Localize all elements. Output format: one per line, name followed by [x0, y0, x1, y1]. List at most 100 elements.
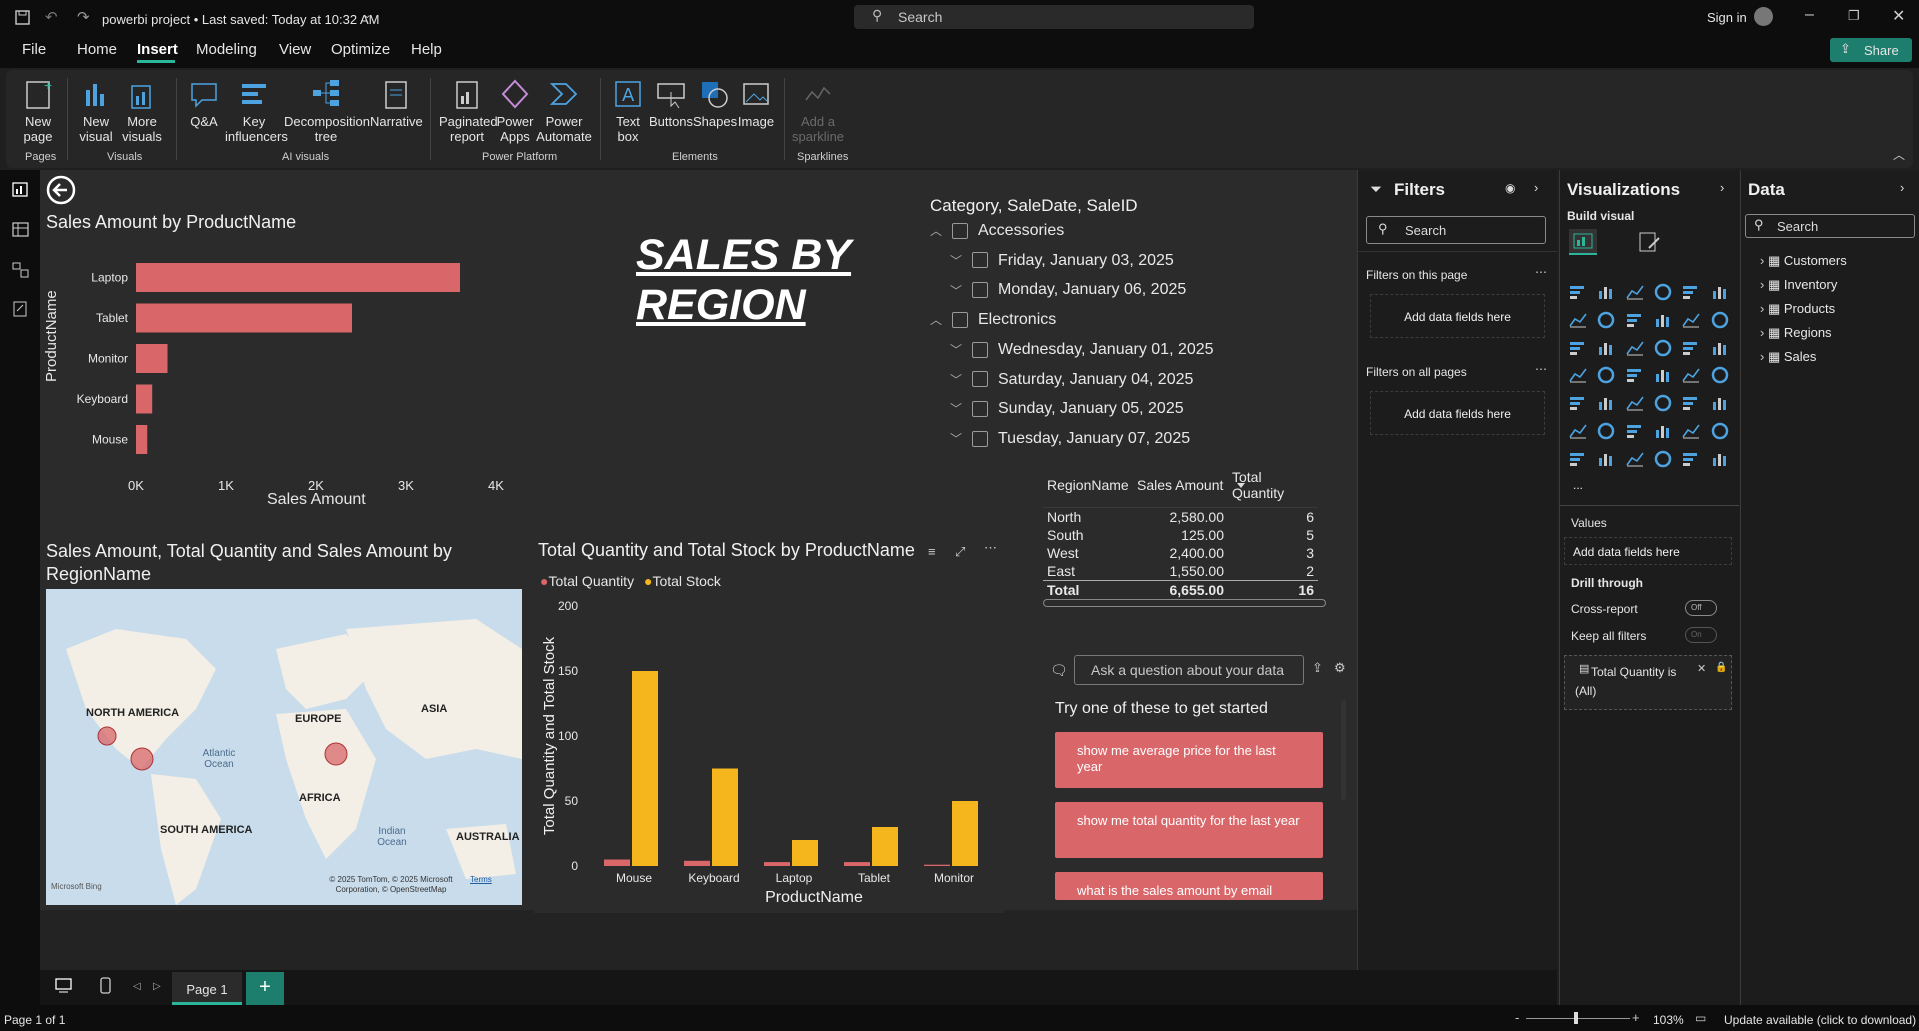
visual-type-icon[interactable] [1625, 311, 1645, 329]
model-view-icon[interactable] [12, 262, 30, 278]
slicer-item[interactable]: ﹀ Tuesday, January 07, 2025 [950, 430, 1190, 448]
table-row[interactable]: South 125.00 5 [1043, 526, 1318, 544]
chevron-down-icon[interactable]: ﹀ [950, 282, 972, 299]
focus-mode-icon[interactable]: ⤢ [955, 544, 965, 560]
zoom-out-icon[interactable]: - [1515, 1010, 1519, 1025]
image-button[interactable]: Image [737, 76, 775, 129]
checkbox[interactable] [972, 400, 988, 417]
restore-icon[interactable]: ❐ [1848, 8, 1860, 24]
narrative-button[interactable]: Narrative [370, 76, 423, 129]
visual-type-icon[interactable] [1653, 394, 1673, 412]
chevron-down-icon[interactable]: ﹀ [950, 371, 972, 388]
column-chart[interactable]: 0 50 100 150 200 Mouse Keyboard Laptop Tablet Mon… [534, 596, 1004, 912]
title-chevron-icon[interactable]: ⌄ [363, 10, 371, 21]
keep-filters-toggle[interactable]: On [1685, 627, 1717, 643]
slicer-item[interactable]: ﹀ Sunday, January 05, 2025 [950, 400, 1184, 418]
map-bubble[interactable] [324, 742, 348, 766]
col-header-region[interactable]: RegionName [1043, 468, 1133, 508]
column-bar[interactable] [924, 864, 950, 866]
qa-scrollbar[interactable] [1341, 700, 1346, 800]
visual-type-icon[interactable] [1596, 366, 1616, 384]
qa-input[interactable]: Ask a question about your data [1074, 655, 1304, 685]
visual-type-icon[interactable] [1681, 394, 1701, 412]
new-visual-button[interactable]: New visual [76, 76, 116, 144]
close-icon[interactable]: ✕ [1892, 6, 1905, 26]
chevron-right-icon[interactable]: › [1760, 325, 1768, 340]
data-table-item[interactable]: › ▦ Customers [1760, 253, 1847, 269]
lock-icon[interactable]: 🔒 [1715, 662, 1727, 673]
filters-page-dropzone[interactable]: Add data fields here [1370, 294, 1545, 338]
visual-type-icon[interactable] [1710, 366, 1730, 384]
save-icon[interactable] [14, 9, 32, 27]
visual-type-icon[interactable] [1710, 422, 1730, 440]
filters-search-input[interactable]: Search [1366, 216, 1546, 244]
menu-insert[interactable]: Insert [137, 41, 178, 58]
chevron-down-icon[interactable]: ﹀ [950, 341, 972, 358]
slicer-item[interactable]: ﹀ Wednesday, January 01, 2025 [950, 341, 1214, 359]
collapse-filters-icon[interactable]: › [1534, 180, 1538, 195]
visual-type-icon[interactable] [1596, 394, 1616, 412]
chevron-right-icon[interactable]: › [1760, 277, 1768, 292]
column-bar[interactable] [792, 840, 818, 866]
decomposition-tree-button[interactable]: Decomposition tree [284, 76, 370, 144]
column-bar[interactable] [604, 859, 630, 867]
mobile-layout-icon[interactable] [100, 977, 112, 995]
update-available-link[interactable]: Update available (click to download) [1724, 1013, 1916, 1027]
qa-button[interactable]: Q&A [186, 76, 222, 129]
undo-icon[interactable]: ↶ [45, 8, 58, 26]
next-page-icon[interactable]: ▷ [153, 981, 161, 992]
zoom-slider[interactable] [1526, 1018, 1630, 1019]
dax-query-icon[interactable] [12, 301, 30, 317]
visual-type-icon[interactable] [1681, 283, 1701, 301]
minimize-icon[interactable]: – [1805, 6, 1814, 24]
qa-suggestion[interactable]: show me average price for the last year [1055, 732, 1323, 788]
checkbox[interactable] [972, 282, 988, 299]
menu-help[interactable]: Help [411, 41, 442, 58]
desktop-layout-icon[interactable] [55, 978, 73, 994]
visual-type-icon[interactable] [1625, 394, 1645, 412]
power-apps-button[interactable]: Power Apps [496, 76, 534, 144]
chevron-right-icon[interactable]: › [1760, 349, 1768, 364]
more-visuals-ellipsis[interactable]: ... [1573, 478, 1583, 492]
map-visual[interactable]: NORTH AMERICA EUROPE ASIA AFRICA SOUTH A… [46, 589, 522, 905]
build-visual-tab[interactable] [1569, 229, 1597, 255]
chevron-down-icon[interactable]: ﹀ [950, 400, 972, 417]
chevron-up-icon[interactable]: ︿ [930, 222, 952, 239]
table-row[interactable]: East 1,550.00 2 [1043, 562, 1318, 581]
new-page-button[interactable]: + New page [15, 76, 61, 144]
visual-type-icon[interactable] [1681, 450, 1701, 468]
eye-icon[interactable]: ◉ [1505, 181, 1515, 195]
sign-in-link[interactable]: Sign in [1707, 10, 1747, 25]
visual-type-icon[interactable] [1568, 422, 1588, 440]
zoom-in-icon[interactable]: + [1632, 1010, 1640, 1025]
remove-icon[interactable]: ✕ [1697, 662, 1706, 675]
menu-optimize[interactable]: Optimize [331, 41, 390, 58]
chevron-down-icon[interactable]: ﹀ [950, 430, 972, 447]
column-bar[interactable] [952, 801, 978, 866]
buttons-button[interactable]: Buttons [648, 76, 694, 129]
sort-desc-icon[interactable] [1236, 482, 1246, 490]
fit-page-icon[interactable]: ▭ [1695, 1011, 1706, 1025]
back-arrow-icon[interactable] [45, 174, 77, 206]
drill-filter-card[interactable]: ▤ Total Quantity is (All) ✕ 🔒 [1564, 655, 1732, 710]
table-view-icon[interactable] [12, 222, 30, 238]
visual-type-icon[interactable] [1710, 450, 1730, 468]
paginated-report-button[interactable]: Paginated report [439, 76, 498, 144]
visual-type-icon[interactable] [1681, 311, 1701, 329]
bar[interactable] [136, 384, 153, 414]
visual-type-icon[interactable] [1625, 422, 1645, 440]
visual-type-icon[interactable] [1625, 366, 1645, 384]
visual-type-icon[interactable] [1568, 311, 1588, 329]
power-automate-button[interactable]: Power Automate [534, 76, 594, 144]
filters-all-dropzone[interactable]: Add data fields here [1370, 391, 1545, 435]
column-bar[interactable] [712, 768, 738, 867]
slicer-item[interactable]: ﹀ Monday, January 06, 2025 [950, 281, 1186, 299]
shapes-button[interactable]: Shapes [693, 76, 737, 129]
visual-type-icon[interactable] [1653, 283, 1673, 301]
table-row[interactable]: North 2,580.00 6 [1043, 507, 1318, 526]
visual-type-icon[interactable] [1568, 450, 1588, 468]
visual-type-icon[interactable] [1568, 339, 1588, 357]
visual-type-icon[interactable] [1653, 311, 1673, 329]
chevron-right-icon[interactable]: › [1760, 301, 1768, 316]
menu-file[interactable]: File [22, 41, 46, 58]
